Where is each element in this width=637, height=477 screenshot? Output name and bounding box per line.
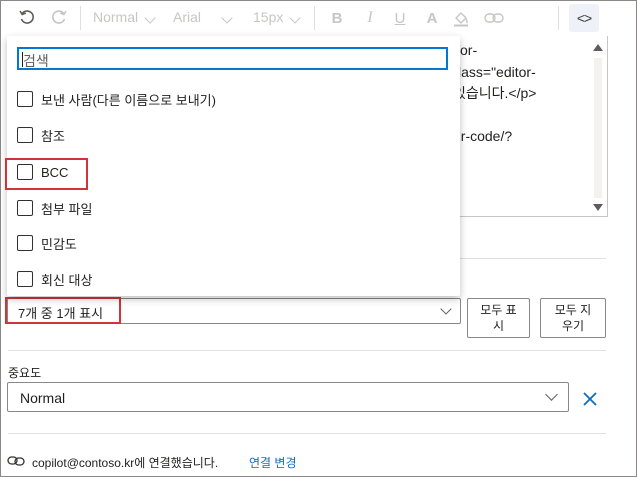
- text-cursor: [22, 52, 23, 67]
- font-family-dropdown[interactable]: Arial: [173, 9, 233, 25]
- chevron-down-icon: [289, 12, 302, 24]
- importance-dropdown[interactable]: Normal: [7, 382, 569, 412]
- scroll-up-icon[interactable]: [593, 44, 603, 51]
- editor-line: class="editor-: [451, 63, 536, 80]
- paint-bucket-icon: [454, 12, 468, 27]
- highlight-box: [5, 158, 88, 190]
- bold-icon: B: [331, 9, 343, 27]
- redo-icon: [52, 10, 67, 24]
- chevron-down-icon: [440, 303, 452, 315]
- font-style-value: Normal: [93, 9, 139, 25]
- toolbar-divider: [80, 6, 81, 30]
- font-color-button[interactable]: A: [422, 6, 442, 30]
- checkbox[interactable]: [17, 271, 33, 287]
- code-view-button[interactable]: <>: [569, 4, 599, 32]
- font-size-value: 15px: [253, 9, 284, 25]
- connection-status-text: copilot@contoso.kr에 연결했습니다.: [32, 456, 219, 470]
- checkbox[interactable]: [17, 200, 33, 216]
- editor-line: itor-: [453, 42, 478, 58]
- italic-button[interactable]: I: [360, 6, 380, 30]
- clear-all-label: 모두 지 우기: [554, 303, 592, 333]
- search-placeholder: 검색: [23, 53, 49, 69]
- toolbar: Normal Arial 15px B I U A <>: [0, 0, 635, 36]
- code-icon: <>: [576, 10, 592, 26]
- remove-importance-button[interactable]: [580, 389, 600, 409]
- redo-button[interactable]: [46, 6, 72, 30]
- connection-icon: [7, 454, 25, 468]
- option-label: 참조: [41, 128, 65, 144]
- link-icon: [484, 13, 504, 23]
- importance-label: 중요도: [8, 366, 42, 380]
- chevron-down-icon: [144, 12, 156, 24]
- section-divider: [8, 350, 606, 351]
- underline-icon: U: [394, 9, 406, 27]
- chevron-down-icon: [545, 388, 558, 401]
- option-label: 회신 대상: [41, 272, 93, 288]
- chevron-down-icon: [221, 12, 233, 24]
- toolbar-divider: [558, 6, 559, 30]
- font-style-dropdown[interactable]: Normal: [93, 9, 156, 25]
- show-all-button[interactable]: 모두 표 시: [467, 298, 530, 338]
- option-from[interactable]: 보낸 사람(다른 이름으로 보내기): [17, 88, 216, 110]
- checkbox[interactable]: [17, 235, 33, 251]
- option-label: 보낸 사람(다른 이름으로 보내기): [41, 92, 216, 108]
- editor-line: 있습니다.</p>: [453, 85, 537, 101]
- bold-button[interactable]: B: [327, 6, 347, 30]
- link-button[interactable]: [482, 6, 506, 30]
- checkbox[interactable]: [17, 91, 33, 107]
- undo-button[interactable]: [14, 6, 40, 30]
- importance-value: Normal: [20, 390, 66, 406]
- toolbar-divider: [314, 6, 315, 30]
- font-family-value: Arial: [173, 9, 202, 25]
- option-label: 민감도: [41, 236, 77, 252]
- clear-all-button[interactable]: 모두 지 우기: [540, 298, 606, 338]
- option-sensitivity[interactable]: 민감도: [17, 232, 77, 254]
- close-icon: [583, 392, 597, 406]
- section-divider: [8, 433, 606, 434]
- highlight-box: [5, 297, 121, 324]
- underline-button[interactable]: U: [390, 6, 410, 30]
- checkbox[interactable]: [17, 127, 33, 143]
- option-attachments[interactable]: 첨부 파일: [17, 197, 92, 219]
- scroll-down-icon[interactable]: [593, 204, 603, 211]
- font-color-icon: A: [426, 9, 438, 27]
- editor-line: qr-code/?: [453, 128, 513, 144]
- option-cc[interactable]: 참조: [17, 124, 65, 146]
- change-connection-link[interactable]: 연결 변경: [249, 454, 297, 471]
- italic-icon: I: [367, 9, 373, 26]
- show-all-label: 모두 표 시: [480, 303, 517, 333]
- editor-content: itor-class="editor- 있습니다.</p> qr-code/?: [451, 40, 537, 148]
- option-reply-to[interactable]: 회신 대상: [17, 268, 92, 290]
- highlight-button[interactable]: [450, 6, 472, 30]
- scrollbar-thumb[interactable]: [594, 58, 602, 198]
- search-input[interactable]: 검색: [17, 47, 448, 70]
- font-size-dropdown[interactable]: 15px: [253, 9, 302, 25]
- undo-icon: [19, 10, 34, 24]
- option-label: 첨부 파일: [41, 201, 93, 217]
